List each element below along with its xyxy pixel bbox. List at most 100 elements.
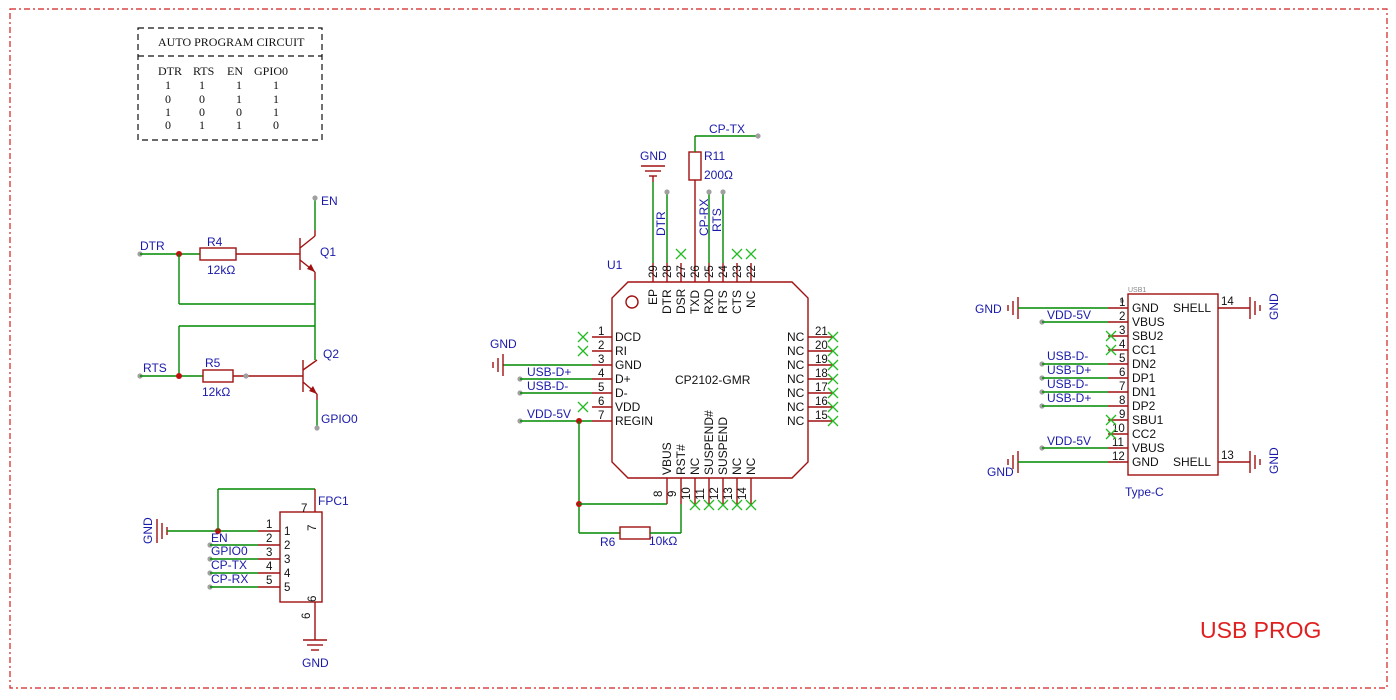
pin-name: DN2 bbox=[1132, 357, 1156, 371]
pin-number: 27 bbox=[676, 265, 688, 278]
pin-name: CC2 bbox=[1132, 427, 1156, 441]
pin-name: SBU2 bbox=[1132, 329, 1164, 343]
pin-number: 3 bbox=[266, 547, 272, 559]
pin-name: RST# bbox=[674, 444, 688, 475]
pin-number: 5 bbox=[284, 582, 290, 594]
u1-net-vdd: VDD-5V bbox=[527, 407, 571, 421]
table-header-en: EN bbox=[227, 64, 243, 78]
net-label-rts: RTS bbox=[143, 361, 167, 375]
pin-number: 15 bbox=[815, 410, 828, 422]
pin-number: 2 bbox=[266, 533, 272, 545]
transistor-q2[interactable] bbox=[302, 359, 318, 400]
table-header-dtr: DTR bbox=[158, 64, 182, 78]
table-cell: 1 bbox=[236, 118, 242, 132]
sheet-title: USB PROG bbox=[1200, 617, 1321, 643]
fpc1-connector-block: GND EN GPIO0 CP-TX CP-RX FPC1 1 2 3 4 5 … bbox=[141, 488, 349, 670]
pin-number: 11 bbox=[695, 488, 707, 500]
ground-icon bbox=[1249, 451, 1261, 473]
pin-name: VBUS bbox=[1132, 441, 1165, 455]
u1-net-dtr: DTR bbox=[654, 211, 668, 236]
pin-number: 5 bbox=[1119, 353, 1125, 365]
net-port[interactable] bbox=[312, 195, 318, 201]
table-cell: 1 bbox=[273, 78, 279, 92]
net-port[interactable] bbox=[314, 425, 320, 431]
pin-number: 7 bbox=[1119, 381, 1125, 393]
pin-name: NC bbox=[787, 400, 805, 414]
pin-number: 1 bbox=[284, 526, 290, 538]
resistor-r5[interactable] bbox=[202, 369, 234, 383]
pin-number: 6 bbox=[598, 396, 604, 408]
net-port[interactable] bbox=[664, 189, 670, 195]
pin-number: 8 bbox=[1119, 395, 1125, 407]
table-cell: 0 bbox=[165, 92, 171, 106]
pin-number: 7 bbox=[598, 410, 604, 422]
net-port[interactable] bbox=[755, 133, 761, 139]
pin-number: 14 bbox=[737, 487, 749, 500]
pin-number: 1 bbox=[1119, 297, 1125, 309]
pin-name: REGIN bbox=[615, 414, 653, 428]
resistor-r4[interactable] bbox=[199, 247, 237, 261]
pin-number: 22 bbox=[746, 265, 758, 278]
net-port[interactable] bbox=[720, 189, 726, 195]
schematic-canvas: USB PROG AUTO PROGRAM CIRCUIT DTR RTS EN… bbox=[9, 8, 1388, 689]
pin-name: NC bbox=[787, 344, 805, 358]
usb1-gnd-right-1: GND bbox=[1267, 293, 1281, 320]
table-cell: 1 bbox=[236, 78, 242, 92]
pin-name: RXD bbox=[702, 288, 716, 314]
r6-value: 10kΩ bbox=[649, 534, 677, 548]
usb1-shell-top-name: SHELL bbox=[1173, 301, 1211, 315]
u1-part: CP2102-GMR bbox=[675, 373, 751, 387]
r4-ref: R4 bbox=[207, 235, 223, 249]
pin-name: DN1 bbox=[1132, 385, 1156, 399]
usb1-net-vdd1: VDD-5V bbox=[1047, 308, 1091, 322]
table-cell: 0 bbox=[165, 118, 171, 132]
table-cell: 1 bbox=[199, 118, 205, 132]
net-port bbox=[243, 373, 249, 379]
r11-ref: R11 bbox=[704, 149, 725, 163]
pin-name: NC bbox=[787, 372, 805, 386]
pin-name: DP2 bbox=[1132, 399, 1156, 413]
usb1-net-dp2: USB-D+ bbox=[1047, 391, 1091, 405]
resistor-r11[interactable] bbox=[688, 151, 702, 181]
pin-number: 9 bbox=[667, 491, 679, 497]
transistor-q1[interactable] bbox=[299, 230, 316, 280]
pin-number: 2 bbox=[1119, 311, 1125, 323]
table-cell: 1 bbox=[199, 78, 205, 92]
ground-icon bbox=[1249, 297, 1261, 319]
pin-name: DP1 bbox=[1132, 371, 1156, 385]
table-cell: 1 bbox=[273, 92, 279, 106]
pin-name: NC bbox=[744, 290, 758, 308]
pin-number: 25 bbox=[704, 265, 716, 278]
net-label-en: EN bbox=[321, 194, 338, 208]
pin-number: 6 bbox=[1119, 367, 1125, 379]
pin-number: 19 bbox=[815, 354, 828, 366]
pin-number: 12 bbox=[709, 487, 721, 500]
table-title: AUTO PROGRAM CIRCUIT bbox=[158, 35, 305, 49]
pin-name: DTR bbox=[660, 289, 674, 314]
pin-number: 12 bbox=[1112, 451, 1125, 463]
table-cell: 0 bbox=[199, 105, 205, 119]
pin-number: 4 bbox=[1119, 339, 1126, 351]
pin-name: RI bbox=[615, 344, 627, 358]
fpc-gnd-bottom-label: GND bbox=[302, 656, 329, 670]
pin-number: 14 bbox=[1221, 296, 1234, 308]
pin-number: 16 bbox=[815, 396, 828, 408]
net-port[interactable] bbox=[706, 189, 712, 195]
pin-name: GND bbox=[1132, 455, 1159, 469]
pin-number: 5 bbox=[598, 382, 604, 394]
table-cell: 1 bbox=[273, 105, 279, 119]
fpc-net-gpio0: GPIO0 bbox=[211, 544, 248, 558]
usb1-net-vdd2: VDD-5V bbox=[1047, 434, 1091, 448]
table-cell: 1 bbox=[165, 78, 171, 92]
pin-number: 2 bbox=[284, 540, 290, 552]
u1-net-cp-rx: CP-RX bbox=[697, 199, 711, 236]
table-cell: 0 bbox=[273, 118, 279, 132]
table-cell: 0 bbox=[199, 92, 205, 106]
pin-name: VBUS bbox=[1132, 315, 1165, 329]
resistor-r6[interactable] bbox=[619, 526, 651, 540]
table-cell: 0 bbox=[236, 105, 242, 119]
fpc-net-en: EN bbox=[211, 531, 228, 545]
r5-ref: R5 bbox=[205, 356, 221, 370]
pin-number: 24 bbox=[718, 265, 730, 278]
table-cell: 1 bbox=[165, 105, 171, 119]
